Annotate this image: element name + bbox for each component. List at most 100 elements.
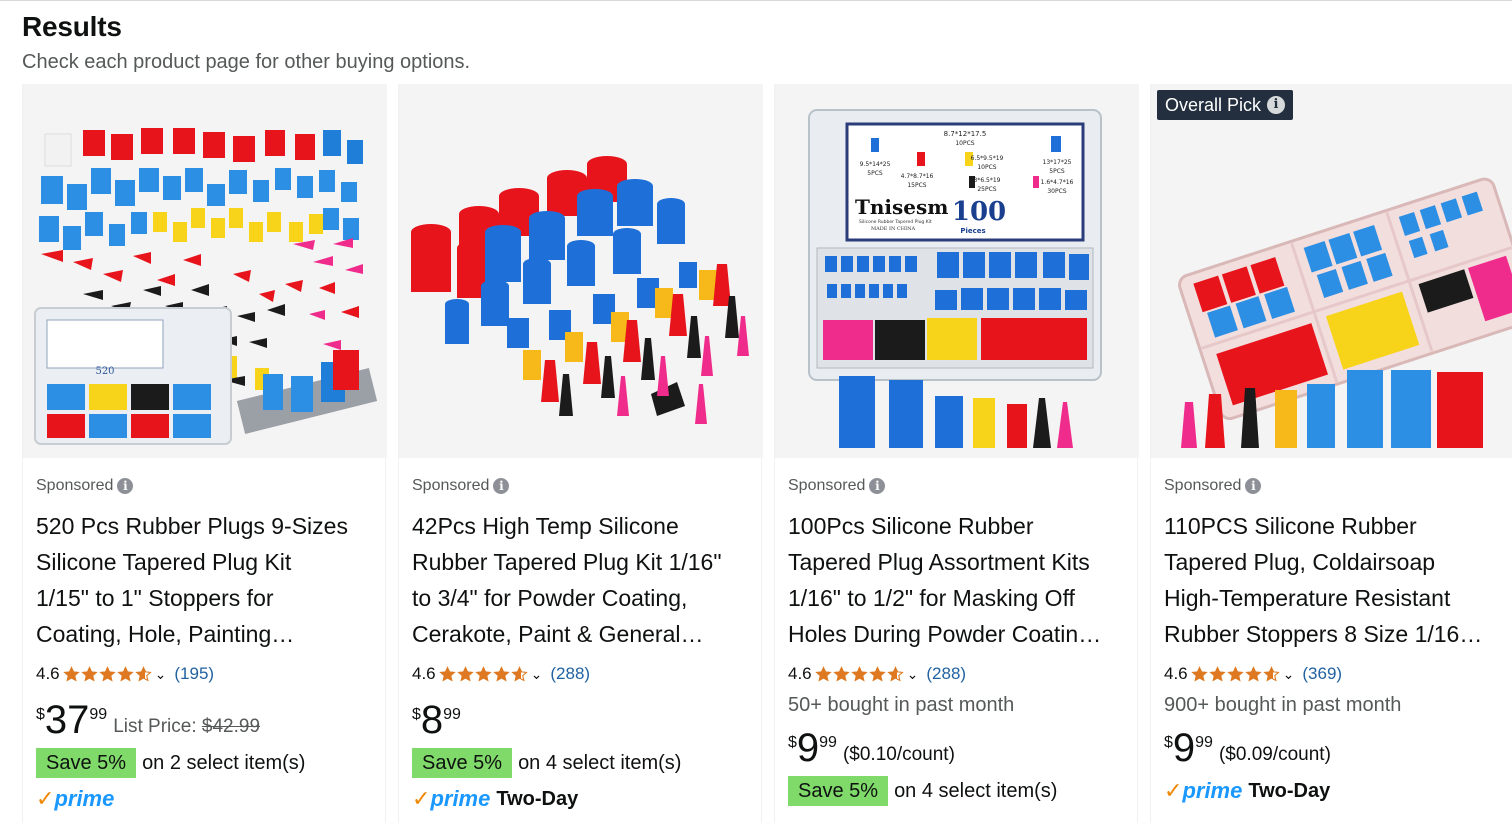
image-size-label: 9.5*14*25 [860,161,891,168]
price-row: $ 37 99 List Price: $42.99 [36,700,376,740]
sponsored-label[interactable]: Sponsored i [36,474,376,498]
two-day-label: Two-Day [496,787,579,810]
image-size-qty: 10PCS [955,140,974,147]
info-icon[interactable]: i [117,478,134,494]
list-price: List Price: $42.99 [113,716,260,740]
rating-row: 4.6 ⌄ (369) [1164,662,1504,686]
product-image[interactable] [399,84,763,458]
price-row: $ 8 99 [412,700,752,740]
price[interactable]: $ 37 99 [36,700,107,740]
star-icon [868,665,886,681]
sponsored-text: Sponsored [1164,477,1242,494]
image-product-line: Silicone Rubber Tapered Plug Kit [859,219,932,225]
info-icon[interactable]: i [869,478,886,494]
product-grid: 520 Sponsored i 520 Pcs Rubber Plugs 9-S… [22,84,1512,823]
price-row: $ 9 99 ($0.09/count) [1164,728,1504,768]
price-whole: 9 [796,726,820,770]
rating-value: 4.6 [412,664,436,683]
product-title[interactable]: 100Pcs Silicone Rubber Tapered Plug Asso… [788,508,1128,652]
product-title[interactable]: 520 Pcs Rubber Plugs 9-Sizes Silicone Ta… [36,508,376,652]
product-card[interactable]: 520 Sponsored i 520 Pcs Rubber Plugs 9-S… [22,84,387,823]
coupon-row: Save 5% on 4 select item(s) [412,748,752,778]
overall-pick-badge[interactable]: Overall Pick i [1157,90,1294,120]
unit-price: ($0.10/count) [842,744,955,765]
image-size-label: 3*6.5*19 [974,177,1001,184]
sponsored-text: Sponsored [412,477,490,494]
image-size-qty: 10PCS [977,164,996,171]
star-icon [1190,665,1208,681]
product-title-line: to 3/4" for Powder Coating, [412,585,688,611]
star-icon [1244,665,1262,681]
star-icon [492,665,510,681]
star-rating[interactable] [62,665,153,683]
price[interactable]: $ 8 99 [412,700,461,740]
star-icon [1226,665,1244,681]
prime-check-icon: ✓ [36,786,55,811]
sponsored-label[interactable]: Sponsored i [788,474,1128,498]
star-rating[interactable] [438,665,529,683]
coupon-row: Save 5% on 4 select item(s) [788,776,1128,806]
save-text: on 2 select item(s) [142,751,306,774]
product-image[interactable]: 520 [23,84,387,458]
list-price-label: List Price: [113,716,202,737]
save-badge: Save 5% [36,748,137,778]
product-image[interactable]: Overall Pick i [1151,84,1512,458]
product-title-line: Tapered Plug, Coldairsoap [1164,549,1436,575]
info-icon[interactable]: i [1245,478,1262,494]
product-body: Sponsored i 520 Pcs Rubber Plugs 9-Sizes… [36,474,376,814]
chevron-down-icon[interactable]: ⌄ [155,666,167,683]
review-count-link[interactable]: (369) [1302,664,1342,684]
sponsored-label[interactable]: Sponsored i [1164,474,1504,498]
image-size-label: 6.5*9.5*19 [971,155,1004,162]
price-fraction: 99 [819,734,837,751]
save-text: on 4 select item(s) [894,779,1058,802]
product-card[interactable]: 8.7*12*17.5 10PCS 9.5*14*25 5PCS 6.5*9.5… [774,84,1139,823]
sponsored-text: Sponsored [36,477,114,494]
star-icon [814,665,832,681]
review-count-link[interactable]: (288) [550,664,590,684]
product-image-graphic: 8.7*12*17.5 10PCS 9.5*14*25 5PCS 6.5*9.5… [775,84,1139,458]
chevron-down-icon[interactable]: ⌄ [907,666,919,683]
coupon-row: Save 5% on 2 select item(s) [36,748,376,778]
review-count-link[interactable]: (288) [926,664,966,684]
product-title-line: Silicone Tapered Plug Kit [36,549,292,575]
save-badge: Save 5% [412,748,513,778]
price-whole: 37 [44,698,90,742]
product-title-line: Cerakote, Paint & General… [412,621,704,647]
product-image-graphic: 520 [23,84,387,458]
overall-pick-text: Overall Pick [1165,95,1262,115]
top-divider [0,0,1512,1]
chevron-down-icon[interactable]: ⌄ [531,666,543,683]
product-title-line: Holes During Powder Coatin… [788,621,1102,647]
product-image[interactable]: 8.7*12*17.5 10PCS 9.5*14*25 5PCS 6.5*9.5… [775,84,1139,458]
price-whole: 8 [420,698,444,742]
image-size-qty: 30PCS [1047,188,1066,195]
sponsored-text: Sponsored [788,477,866,494]
product-title-line: 520 Pcs Rubber Plugs 9-Sizes [36,513,348,539]
prime-logo: prime [430,786,491,811]
info-icon[interactable]: i [493,478,510,494]
product-card[interactable]: Overall Pick i Sponsored i 110PCS Silico… [1150,84,1512,823]
review-count-link[interactable]: (195) [174,664,214,684]
price[interactable]: $ 9 99 [788,728,837,768]
image-size-label: 4.7*8.7*16 [901,173,934,180]
image-pieces: Pieces [960,227,985,235]
chevron-down-icon[interactable]: ⌄ [1283,666,1295,683]
star-rating[interactable] [814,665,905,683]
star-rating[interactable] [1190,665,1281,683]
rating-row: 4.6 ⌄ (195) [36,662,376,686]
product-title-line: 110PCS Silicone Rubber [1164,513,1417,539]
product-title[interactable]: 42Pcs High Temp Silicone Rubber Tapered … [412,508,752,652]
price-symbol: $ [1164,734,1173,751]
image-size-qty: 25PCS [977,186,996,193]
bought-in-past-month: 900+ bought in past month [1164,694,1402,716]
product-card[interactable]: Sponsored i 42Pcs High Temp Silicone Rub… [398,84,763,823]
price[interactable]: $ 9 99 [1164,728,1213,768]
sponsored-label[interactable]: Sponsored i [412,474,752,498]
svg-text:520: 520 [95,366,114,377]
rating-row: 4.6 ⌄ (288) [788,662,1128,686]
product-title[interactable]: 110PCS Silicone Rubber Tapered Plug, Col… [1164,508,1504,652]
star-icon [80,665,98,681]
image-size-label: 1.6*4.7*16 [1041,179,1074,186]
info-icon[interactable]: i [1267,96,1286,114]
